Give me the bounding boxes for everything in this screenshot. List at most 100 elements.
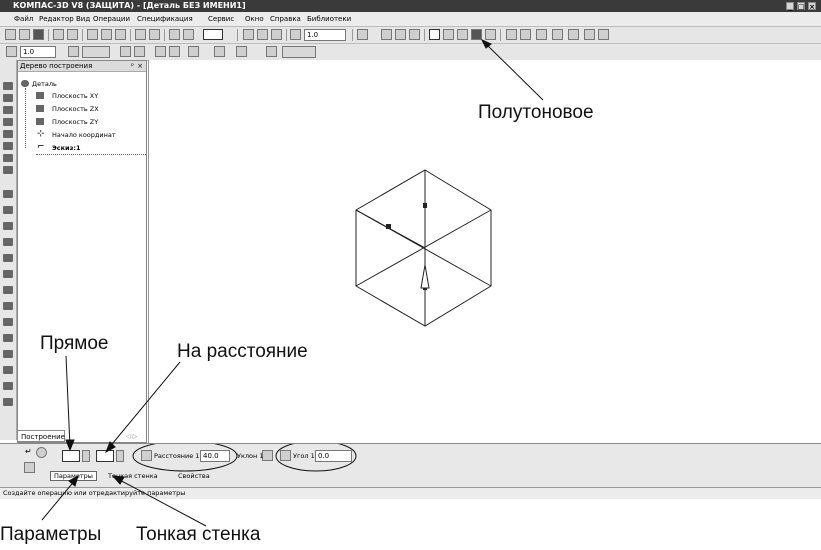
tools-icon[interactable]: [584, 29, 595, 40]
variables-icon[interactable]: [183, 29, 194, 40]
cut-loft-icon[interactable]: [3, 302, 13, 310]
cut-icon[interactable]: [87, 29, 98, 40]
close-icon[interactable]: ×: [137, 61, 143, 72]
open-icon[interactable]: [19, 29, 30, 40]
hidden-lines-icon[interactable]: [443, 29, 454, 40]
undo-icon[interactable]: [135, 29, 146, 40]
menu-operations[interactable]: Операции: [93, 12, 130, 26]
zoom-field[interactable]: 1.0: [304, 29, 346, 41]
tool-4-icon[interactable]: [3, 118, 13, 126]
zoom-in-icon[interactable]: [257, 29, 268, 40]
section-icon[interactable]: [520, 29, 531, 40]
tree-nav-arrows[interactable]: ◁ ▷: [126, 433, 137, 440]
chamfer-icon[interactable]: [3, 334, 13, 342]
annotation-halftone: Полутоновое: [478, 102, 594, 123]
zoom-out-icon[interactable]: [271, 29, 282, 40]
menu-bar: Файл Редактор Вид Операции Спецификация …: [0, 12, 821, 27]
extra-icon[interactable]: [598, 29, 609, 40]
pin-icon[interactable]: ᵖ: [131, 61, 134, 72]
cursor-coords-icon[interactable]: [266, 46, 277, 57]
sketch-icon[interactable]: [155, 46, 166, 57]
menu-help[interactable]: Справка: [270, 12, 301, 26]
tool-2-icon[interactable]: [3, 94, 13, 102]
tab-build[interactable]: Построение: [17, 430, 65, 442]
tool-8-icon[interactable]: [3, 166, 13, 174]
tree-item-plane-zy[interactable]: Плоскость ZY: [52, 118, 98, 126]
cut-rotate-icon[interactable]: [3, 270, 13, 278]
library-icon[interactable]: [568, 29, 579, 40]
tab-parameters[interactable]: Параметры: [50, 470, 97, 483]
rotate-icon[interactable]: [409, 29, 420, 40]
fillet-icon[interactable]: [3, 318, 13, 326]
orientation-icon[interactable]: [357, 29, 368, 40]
step-field[interactable]: 1.0: [20, 46, 56, 58]
array-icon[interactable]: [3, 398, 13, 406]
tab-thin-wall[interactable]: Тонкая стенка: [108, 470, 158, 483]
tool-3-icon[interactable]: [3, 106, 13, 114]
print-icon[interactable]: [53, 29, 64, 40]
shade-outline-icon[interactable]: [506, 29, 517, 40]
status-text: Создайте операцию или отредактируйте пар…: [3, 489, 186, 497]
annotation-parameters: Параметры: [0, 524, 102, 545]
hidden-thin-icon[interactable]: [457, 29, 468, 40]
halftone-icon[interactable]: [471, 29, 482, 40]
menu-window[interactable]: Окно: [245, 12, 264, 26]
grid-icon[interactable]: [134, 46, 145, 57]
menu-service[interactable]: Сервис: [208, 12, 234, 26]
direction-arrow[interactable]: [420, 264, 430, 289]
zoom-fit-icon[interactable]: [395, 29, 406, 40]
menu-editor[interactable]: Редактор: [39, 12, 74, 26]
menu-libraries[interactable]: Библиотеки: [307, 12, 351, 26]
new-icon[interactable]: [5, 29, 16, 40]
sketch-icon: ⌐: [37, 142, 45, 152]
zoom-window-icon[interactable]: [243, 29, 254, 40]
rotation-icon[interactable]: [3, 206, 13, 214]
maximize-button[interactable]: □: [797, 2, 805, 11]
tool-5-icon[interactable]: [3, 130, 13, 138]
ortho-icon[interactable]: [236, 46, 247, 57]
grid-toggle-icon[interactable]: [188, 46, 199, 57]
cut-extrude-icon[interactable]: [3, 254, 13, 262]
zoom-scale-icon[interactable]: [290, 29, 301, 40]
tool-1-icon[interactable]: [3, 82, 13, 90]
rib-icon[interactable]: [3, 366, 13, 374]
tree-item-plane-zx[interactable]: Плоскость ZX: [52, 105, 99, 113]
preview-icon[interactable]: [67, 29, 78, 40]
kinematic-icon[interactable]: [3, 222, 13, 230]
tab-properties[interactable]: Свойства: [178, 470, 210, 483]
help-pointer-icon[interactable]: [203, 29, 223, 40]
tree-item-part[interactable]: Деталь: [32, 80, 57, 88]
close-button[interactable]: ×: [808, 2, 816, 11]
properties-icon[interactable]: [552, 29, 563, 40]
tool-6-icon[interactable]: [3, 142, 13, 150]
tree-item-origin[interactable]: Начало координат: [52, 131, 116, 139]
shell-icon[interactable]: [3, 350, 13, 358]
tree-item-sketch[interactable]: Эскиз:1: [52, 144, 81, 152]
local-cs-icon[interactable]: [214, 46, 225, 57]
tree-item-plane-xy[interactable]: Плоскость XY: [52, 92, 98, 100]
menu-view[interactable]: Вид: [76, 12, 90, 26]
save-icon[interactable]: [33, 29, 44, 40]
copy-icon[interactable]: [101, 29, 112, 40]
cut-kinematic-icon[interactable]: [3, 286, 13, 294]
wireframe-icon[interactable]: [429, 29, 440, 40]
tool-7-icon[interactable]: [3, 154, 13, 162]
measure-icon[interactable]: [536, 29, 547, 40]
coordinate-icon[interactable]: [6, 46, 17, 57]
menu-specification[interactable]: Спецификация: [137, 12, 193, 26]
menu-file[interactable]: Файл: [14, 12, 33, 26]
status-bar: Создайте операцию или отредактируйте пар…: [0, 487, 821, 499]
hole-icon[interactable]: [3, 382, 13, 390]
snap-icon[interactable]: [120, 46, 131, 57]
redo-icon[interactable]: [149, 29, 160, 40]
layer-field[interactable]: [82, 46, 110, 58]
layer-icon[interactable]: [68, 46, 79, 57]
minimize-button[interactable]: _: [786, 2, 794, 11]
edit-icon[interactable]: [169, 46, 180, 57]
manager-icon[interactable]: [169, 29, 180, 40]
extrude-icon[interactable]: [3, 190, 13, 198]
paste-icon[interactable]: [115, 29, 126, 40]
pan-icon[interactable]: [381, 29, 392, 40]
perspective-icon[interactable]: [485, 29, 496, 40]
loft-icon[interactable]: [3, 238, 13, 246]
